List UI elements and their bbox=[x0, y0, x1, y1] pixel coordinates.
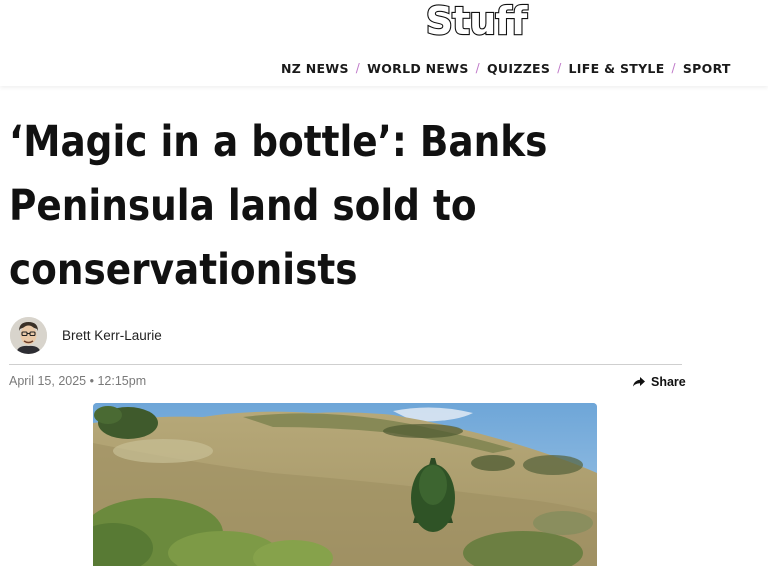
main-nav: NZ NEWS / WORLD NEWS / QUIZZES / LIFE & … bbox=[281, 60, 731, 76]
nav-separator: / bbox=[355, 61, 361, 75]
headline-line: ‘Magic in a bottle’: Banks bbox=[9, 117, 548, 167]
share-button[interactable]: Share bbox=[633, 373, 686, 391]
nav-item-world-news[interactable]: WORLD NEWS bbox=[367, 61, 469, 76]
byline-divider bbox=[9, 364, 682, 365]
author-name[interactable]: Brett Kerr-Laurie bbox=[62, 328, 162, 343]
headline-line: conservationists bbox=[9, 245, 358, 295]
avatar-portrait-icon bbox=[10, 316, 47, 354]
headline-line: Peninsula land sold to bbox=[9, 181, 477, 231]
nav-separator: / bbox=[475, 61, 480, 75]
hillside-landscape-photo bbox=[93, 403, 597, 566]
stuff-logo[interactable]: Stuff bbox=[421, 0, 531, 42]
logo-text: Stuff bbox=[426, 0, 528, 42]
share-label: Share bbox=[651, 375, 686, 389]
nav-item-life-style[interactable]: LIFE & STYLE bbox=[569, 61, 665, 76]
nav-separator: / bbox=[671, 61, 676, 75]
hero-image[interactable] bbox=[93, 403, 597, 566]
nav-item-nz-news[interactable]: NZ NEWS bbox=[281, 61, 349, 76]
stuff-logo-wordmark: Stuff bbox=[425, 0, 530, 42]
site-header: Stuff NZ NEWS / WORLD NEWS / QUIZZES / L… bbox=[0, 0, 768, 86]
author-avatar[interactable] bbox=[10, 316, 47, 354]
nav-item-sport[interactable]: SPORT bbox=[683, 61, 731, 76]
article-headline: ‘Magic in a bottle’: Banks Peninsula lan… bbox=[9, 110, 548, 302]
author-byline: Brett Kerr-Laurie bbox=[10, 316, 162, 354]
publish-date: April 15, 2025 • 12:15pm bbox=[9, 374, 147, 388]
nav-separator: / bbox=[557, 61, 562, 75]
nav-item-quizzes[interactable]: QUIZZES bbox=[487, 61, 550, 76]
share-arrow-icon bbox=[633, 377, 645, 387]
